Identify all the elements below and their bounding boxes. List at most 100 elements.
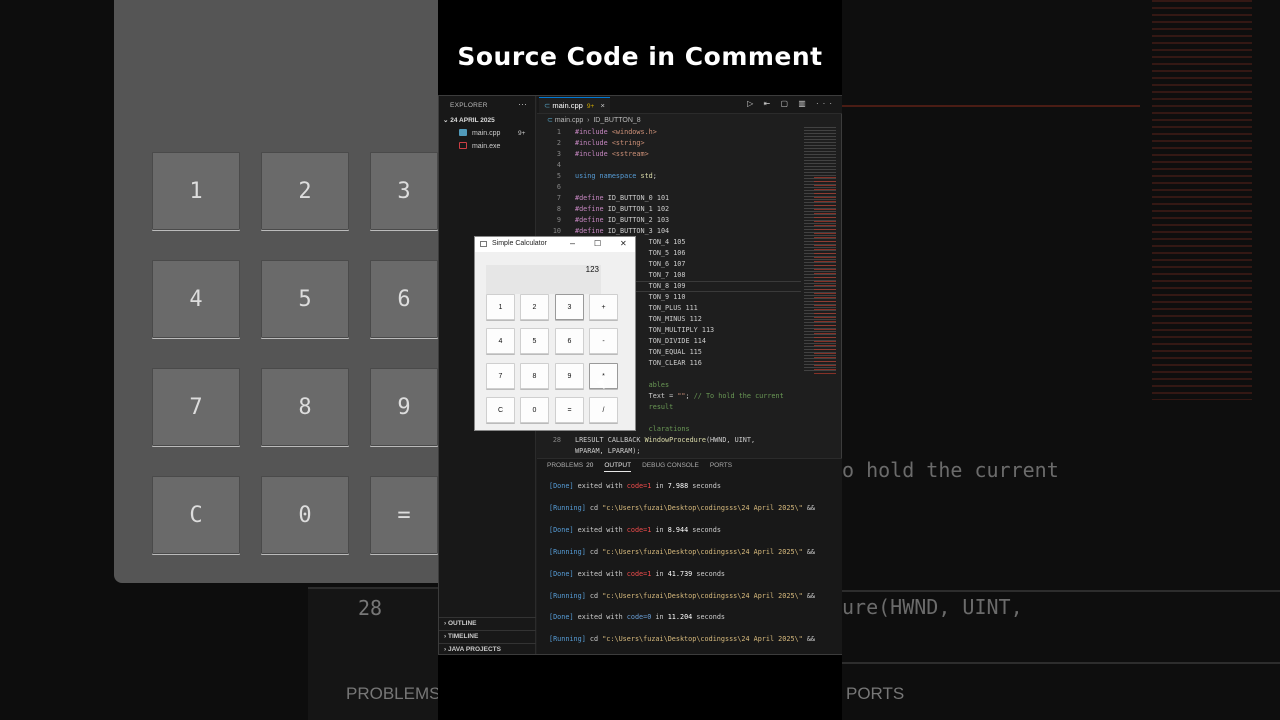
code-line[interactable]: 8 #define ID_BUTTON_1 102 [537,204,669,215]
output-token: in [651,613,668,622]
code-token: (HWND, UINT, [705,436,756,444]
calculator-display[interactable]: 123 [486,265,601,294]
code-token: #define [575,194,608,202]
output-token: [Done] [549,569,574,578]
line-number: 5 [556,172,561,180]
cpp-file-icon: ⊂ [544,101,551,110]
window-title: Simple Calculator [492,240,547,247]
background-code-text: ure(HWND, UINT, [842,595,1023,619]
line-number: 7 [556,194,561,202]
code-token: ; [685,392,694,400]
key-plus-button[interactable]: + [589,294,618,320]
key-6-button[interactable]: 6 [555,328,584,354]
output-token: 11.204 [667,613,693,622]
code-token: #define [575,205,608,213]
explorer-folder[interactable]: ⌄ 24 APRIL 2025 [443,116,495,124]
output-token: code=1 [626,525,652,534]
close-icon[interactable]: × [600,101,604,110]
code-line[interactable]: WPARAM, LPARAM); [537,446,640,457]
tab-problems[interactable]: PROBLEMS 20 [547,462,593,471]
code-token: <windows.h> [611,128,657,136]
key-5-button[interactable]: 5 [520,328,549,354]
key-1-button[interactable]: 1 [486,294,515,320]
code-token: WindowProcedure [644,436,706,444]
explorer-more-button[interactable]: ··· [518,99,527,109]
output-line: [Done] exited with code=1 in 8.944 secon… [549,526,721,534]
output-token: && [802,547,816,556]
key-minus-button[interactable]: - [589,328,618,354]
key-4-button[interactable]: 4 [486,328,515,354]
key-0-button[interactable]: 0 [520,397,549,423]
key-equals-button[interactable]: = [555,397,584,423]
calculator-window: Simple Calculator – ☐ ✕ 123 1 2 3 +4 5 6-7 8 9 *… [474,236,636,431]
output-line: [Running] cd "c:\Users\fuzai\Desktop\cod… [549,504,815,512]
tab-ports[interactable]: PORTS [710,462,732,471]
code-token: #define [575,227,608,235]
key-2-button[interactable]: 2 [520,294,549,320]
code-line[interactable]: 7 #define ID_BUTTON_0 101 [537,193,669,204]
calculator-titlebar[interactable]: Simple Calculator – ☐ ✕ [475,237,635,252]
background-key: 3 [370,152,438,230]
editor-actions[interactable]: ▷ ⇤ ▢ ▥ ··· [747,99,836,108]
problems-badge: 9+ [518,130,526,137]
background-divider [842,590,1280,592]
section-java-projects[interactable]: › JAVA PROJECTS [439,643,536,655]
close-button[interactable]: ✕ [620,239,627,248]
output-token: [Done] [549,613,574,622]
maximize-button[interactable]: ☐ [594,239,601,248]
output-token: seconds [692,613,726,622]
explorer-title: EXPLORER [450,102,488,109]
section-timeline[interactable]: › TIMELINE [439,630,536,642]
key-7-button[interactable]: 7 [486,363,515,389]
line-number: 6 [556,183,561,191]
code-line[interactable]: 9 #define ID_BUTTON_2 103 [537,215,669,226]
background-divider [842,105,1140,107]
folder-label: 24 APRIL 2025 [450,117,495,124]
code-line[interactable]: 1 #include <windows.h> [537,127,657,138]
key-9-button[interactable]: 9 [555,363,584,389]
tab-main-cpp[interactable]: ⊂ main.cpp 9+ × [539,97,610,113]
code-token: <sstream> [611,150,649,158]
output-token: && [802,635,816,644]
code-line[interactable]: 5 using namespace std; [537,171,661,182]
output-token: "c:\Users\fuzai\Desktop\codingsss\24 Apr… [602,635,803,644]
chevron-down-icon: ⌄ [443,117,449,124]
tab-label: DEBUG CONSOLE [642,462,699,469]
code-token: // To hold the current [693,392,784,400]
output-token: code=1 [626,482,652,490]
code-line[interactable]: 4 [537,160,575,171]
output-token: [Running] [549,503,586,512]
background-right: o hold the current ure(HWND, UINT, PORTS [842,0,1280,720]
output-line: [Done] exited with code=1 in 7.988 secon… [549,482,721,490]
explorer-file-main-cpp[interactable]: main.cpp [459,129,500,137]
exe-file-icon [459,142,467,149]
code-line[interactable]: 2 #include <string> [537,138,645,149]
tab-output[interactable]: OUTPUT [604,462,632,472]
output-token: cd [585,635,603,644]
explorer-file-main-exe[interactable]: main.exe [459,142,500,150]
code-token: #include [575,150,612,158]
output-line: [Done] exited with code=1 in 41.739 seco… [549,570,725,578]
code-line[interactable]: 3 #include <sstream> [537,149,649,160]
tab-debug-console[interactable]: DEBUG CONSOLE [642,462,699,471]
breadcrumb-symbol[interactable]: ID_BUTTON_8 [593,117,640,124]
code-token: #include [575,139,612,147]
code-token: "" [677,392,686,400]
line-number: 3 [556,150,561,158]
key-8-button[interactable]: 8 [520,363,549,389]
key-divide-button[interactable]: / [589,397,618,423]
code-line[interactable]: 6 [537,182,575,193]
key-3-button[interactable]: 3 [555,294,584,320]
code-line[interactable]: 28 LRESULT CALLBACK WindowProcedure(HWND,… [537,435,755,446]
code-token: WPARAM, LPARAM); [575,447,641,455]
key-clear-button[interactable]: C [486,397,515,423]
code-token: #define [575,216,608,224]
section-outline[interactable]: › OUTLINE [439,617,536,629]
background-panel-label: PORTS [846,684,905,703]
breadcrumb-file[interactable]: main.cpp [555,117,583,124]
minimize-button[interactable]: – [570,238,575,248]
output-token: cd [585,503,603,512]
output-token: exited with [573,569,627,578]
code-token: ; [652,172,661,180]
background-key: 9 [370,368,438,446]
